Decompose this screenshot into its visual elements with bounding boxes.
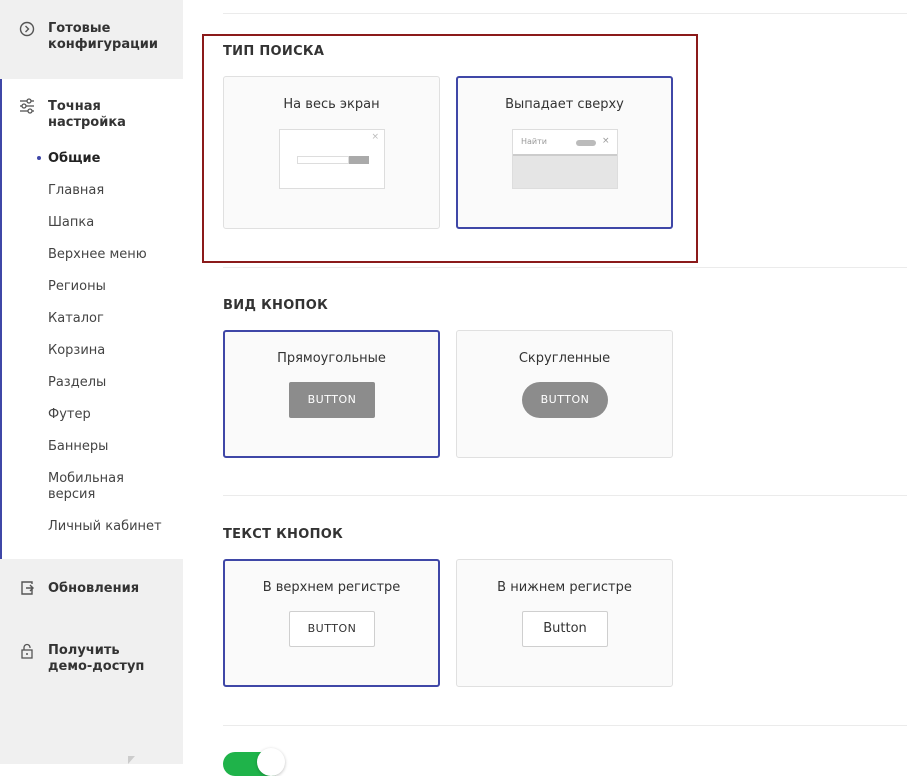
sidebar-item-top-menu[interactable]: Верхнее меню xyxy=(48,247,147,263)
sidebar-item-regions[interactable]: Регионы xyxy=(48,279,106,295)
button-style-option-rect[interactable]: Прямоугольные BUTTON xyxy=(223,330,440,458)
sidebar: Готовые конфигурации Точная настройка Об… xyxy=(0,0,183,764)
sidebar-item-main[interactable]: Главная xyxy=(48,183,104,199)
sidebar-item-sections[interactable]: Разделы xyxy=(48,375,106,391)
sidebar-item-mobile[interactable]: Мобильная версия xyxy=(48,471,148,503)
button-style-title: ВИД КНОПОК xyxy=(223,298,329,313)
button-text-option-upper[interactable]: В верхнем регистре BUTTON xyxy=(223,559,440,687)
search-option-dropdown-label: Выпадает сверху xyxy=(505,97,624,112)
button-style-round-label: Скругленные xyxy=(518,351,611,366)
search-option-fullscreen-label: На весь экран xyxy=(283,97,380,112)
divider xyxy=(223,13,907,14)
button-text-option-lower[interactable]: В нижнем регистре Button xyxy=(456,559,673,687)
preview-toggle xyxy=(576,140,596,146)
divider xyxy=(223,725,907,726)
dropdown-preview: Найти × xyxy=(512,129,618,189)
button-text-upper-label: В верхнем регистре xyxy=(262,580,401,595)
divider xyxy=(223,267,907,268)
search-option-fullscreen[interactable]: На весь экран × xyxy=(223,76,440,229)
sample-button-rect: BUTTON xyxy=(289,382,375,418)
divider xyxy=(223,495,907,496)
toggle-switch[interactable] xyxy=(223,748,285,776)
sliders-icon xyxy=(19,98,35,114)
sample-button-upper: BUTTON xyxy=(289,611,375,647)
sample-button-lower: Button xyxy=(522,611,608,647)
sidebar-item-footer[interactable]: Футер xyxy=(48,407,91,423)
sidebar-section-demo[interactable]: Получить демо-доступ xyxy=(0,619,183,699)
close-icon: × xyxy=(602,136,610,146)
fullscreen-preview: × xyxy=(279,129,385,189)
close-icon: × xyxy=(371,132,379,142)
button-text-lower-label: В нижнем регистре xyxy=(497,580,632,595)
button-text-title: ТЕКСТ КНОПОК xyxy=(223,527,344,542)
preview-search-field xyxy=(297,156,349,164)
sidebar-section-ready-configs[interactable]: Готовые конфигурации xyxy=(0,0,183,79)
preview-search-placeholder: Найти xyxy=(521,137,547,146)
cursor-icon xyxy=(128,756,135,764)
compass-icon xyxy=(19,21,35,37)
sidebar-item-banners[interactable]: Баннеры xyxy=(48,439,108,455)
lock-icon xyxy=(19,643,35,659)
sample-button-round: BUTTON xyxy=(522,382,608,418)
search-option-dropdown[interactable]: Выпадает сверху Найти × xyxy=(456,76,673,229)
sidebar-demo-label: Получить демо-доступ xyxy=(48,643,145,674)
refresh-icon xyxy=(19,580,35,596)
button-style-rect-label: Прямоугольные xyxy=(277,351,386,366)
sidebar-item-header[interactable]: Шапка xyxy=(48,215,94,231)
sidebar-section-fine-tune: Точная настройка Общие Главная Шапка Вер… xyxy=(0,79,183,559)
sidebar-fine-tune-label[interactable]: Точная настройка xyxy=(48,99,168,131)
sidebar-ready-configs-label: Готовые конфигурации xyxy=(48,21,158,52)
sidebar-item-account[interactable]: Личный кабинет xyxy=(48,519,162,535)
sidebar-item-general[interactable]: Общие xyxy=(48,151,100,167)
search-type-title: ТИП ПОИСКА xyxy=(223,44,325,59)
preview-search-button xyxy=(349,156,369,164)
toggle-knob xyxy=(257,748,285,776)
sidebar-updates-label: Обновления xyxy=(48,581,140,596)
button-style-option-round[interactable]: Скругленные BUTTON xyxy=(456,330,673,458)
sidebar-section-updates[interactable]: Обновления xyxy=(0,559,183,619)
preview-dropdown-bar: Найти × xyxy=(513,130,617,156)
active-dot xyxy=(37,156,41,160)
sidebar-item-catalog[interactable]: Каталог xyxy=(48,311,104,327)
sidebar-item-cart[interactable]: Корзина xyxy=(48,343,105,359)
